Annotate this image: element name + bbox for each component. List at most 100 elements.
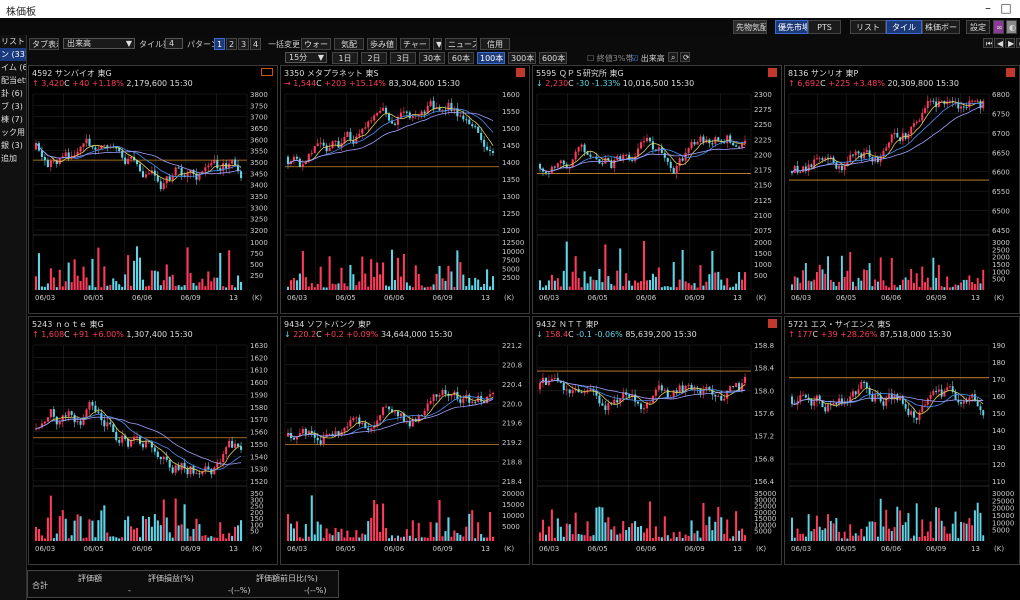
pattern-button-4[interactable]: 4: [250, 38, 261, 50]
sidebar-item[interactable]: 追加: [0, 152, 26, 165]
stock-tile[interactable]: 5243 ｎｏｔｅ 東G ↑ 1,608C +91 +6.00% 1,307,40…: [28, 316, 278, 565]
refresh-icon[interactable]: ⟳: [680, 52, 690, 62]
range-button[interactable]: 30本: [419, 52, 445, 64]
sidebar-item[interactable]: 棟 (7): [0, 113, 26, 126]
range-button[interactable]: 1日: [332, 52, 358, 64]
priority-market-button[interactable]: 優先市場: [775, 20, 808, 34]
sidebar-item[interactable]: 卦 (6): [0, 87, 26, 100]
range-button[interactable]: 600本: [539, 52, 567, 64]
sidebar-item[interactable]: ック用 (: [0, 126, 26, 139]
volume-bar: [637, 282, 640, 290]
interval-select[interactable]: 15分 ▼: [285, 52, 327, 63]
list-view-button[interactable]: リスト: [850, 20, 886, 34]
next-page-icon[interactable]: ▶: [1005, 38, 1015, 48]
batch-button[interactable]: 気配: [334, 38, 364, 50]
pts-button[interactable]: PTS: [808, 20, 841, 34]
candlestick-chart[interactable]: 2300 2275 2250 2225 2200 2175 2150 2125 2100 2075…: [533, 90, 781, 313]
alert-icon[interactable]: [768, 68, 777, 77]
pattern-button-3[interactable]: 3: [238, 38, 249, 50]
first-page-icon[interactable]: ⏮: [983, 38, 993, 48]
candlestick-chart[interactable]: 1630 1620 1610 1600 1590 1580 1570 1560 1550 1540…: [29, 341, 277, 564]
volume-bar: [595, 280, 598, 290]
stock-tile[interactable]: 9434 ソフトバンク 東P ↓ 220.2C +0.2 +0.09% 34,64…: [280, 316, 530, 565]
sidebar-item[interactable]: ブ (3): [0, 100, 26, 113]
candlestick-chart[interactable]: 6800675067006650660065506500645030002500…: [785, 90, 1019, 313]
futures-quote-button[interactable]: 先物気配: [733, 20, 767, 34]
price-arrow: ↓: [284, 330, 291, 339]
prev-page-icon[interactable]: ◀: [994, 38, 1004, 48]
zoom-icon[interactable]: ⌕: [668, 52, 678, 62]
maximize-icon[interactable]: □: [998, 1, 1014, 15]
alert-icon[interactable]: [261, 68, 273, 76]
batch-button[interactable]: ニュース: [445, 38, 477, 50]
candlestick-chart[interactable]: 3800 3750 3700 3650 3600 3550 3500 3450 3400 3350…: [29, 90, 277, 313]
last-page-icon[interactable]: ⏭: [1016, 38, 1020, 48]
volume-tick-label: 10000: [502, 248, 524, 256]
range-button[interactable]: 300本: [508, 52, 536, 64]
sidebar-item[interactable]: ン (33): [0, 48, 26, 61]
candle-body: [46, 160, 49, 168]
volume-tick-label: 15000: [502, 501, 524, 509]
sidebar-item[interactable]: イム (6): [0, 61, 26, 74]
candle-body: [82, 143, 85, 147]
settings-button[interactable]: 設定: [966, 20, 990, 34]
stock-tile[interactable]: 8136 サンリオ 東P ↑ 6,692C +225 +3.48% 20,309,…: [784, 65, 1020, 314]
stock-tile[interactable]: 9432 ＮＴＴ 東P ↓ 158.4C -0.1 -0.06% 85,639,2…: [532, 316, 782, 565]
sidebar-item[interactable]: リスト: [0, 35, 26, 48]
candle-body: [818, 158, 821, 160]
volume: 1,307,400: [126, 330, 168, 339]
volume-option[interactable]: ☑ 出来高: [631, 53, 665, 64]
volume-bar: [559, 286, 562, 290]
volume-bar: [610, 529, 613, 541]
pattern-button-2[interactable]: 2: [226, 38, 237, 50]
volume-bar: [678, 279, 681, 290]
candlestick-chart[interactable]: 221.2 220.8 220.4 220.0 219.6 219.2 218.8 218.4…: [281, 341, 529, 564]
stock-tile[interactable]: 5595 ＱＰＳ研究所 東G ↓ 2,230C -30 -1.33% 10,016…: [532, 65, 782, 314]
tab-display-button[interactable]: タブ表示: [29, 38, 59, 50]
candle-body: [346, 426, 349, 428]
batch-button[interactable]: 歩み値: [367, 38, 397, 50]
batch-button[interactable]: 信用: [480, 38, 510, 50]
sort-select-value: 出来高: [67, 39, 91, 48]
stock-tile[interactable]: 5721 エス・サイエンス 東S ↑ 177C +39 +28.26% 87,51…: [784, 316, 1020, 565]
sidebar-item[interactable]: 配当etf: [0, 74, 26, 87]
sort-select[interactable]: 出来高 ▼: [63, 38, 135, 49]
candle-body: [171, 467, 174, 473]
y-tick-label: 157.2: [754, 433, 774, 441]
volume-bar: [402, 253, 405, 290]
volume-bar: [857, 535, 860, 541]
alert-icon[interactable]: [516, 68, 525, 77]
stock-tile[interactable]: 3350 メタプラネット 東S → 1,544C +203 +15.14% 83,…: [280, 65, 530, 314]
range-button[interactable]: 3日: [390, 52, 416, 64]
batch-button[interactable]: チャート: [400, 38, 430, 50]
chevron-down-icon: ▼: [125, 39, 132, 48]
candle-body: [960, 402, 963, 404]
sidebar-item[interactable]: 銀 (3): [0, 139, 26, 152]
batch-button[interactable]: ▼: [433, 38, 442, 50]
volume-bar: [150, 526, 153, 541]
candlestick-chart[interactable]: 1600 1550 1500 1450 1400 1350 1300 1250 1200 1250…: [281, 90, 529, 313]
close-3pct-option[interactable]: ☐ 終値3%帯: [587, 53, 633, 64]
range-button[interactable]: 100本: [477, 52, 505, 64]
range-button[interactable]: 2日: [361, 52, 387, 64]
minimize-icon[interactable]: –: [980, 1, 996, 15]
unit-label: (K): [252, 294, 262, 302]
candlestick-chart[interactable]: 1901801701601501401301201103000025000200…: [785, 341, 1019, 564]
pattern-button-1[interactable]: 1: [214, 38, 225, 50]
stock-tile[interactable]: 4592 サンバイオ 東G ↑ 3,420C +40 +1.18% 2,179,6…: [28, 65, 278, 314]
alert-icon[interactable]: [768, 319, 777, 328]
candle-body: [97, 411, 100, 413]
candlestick-chart[interactable]: 158.8158.4158.0157.6157.2156.8156.435000…: [533, 341, 781, 564]
range-button[interactable]: 60本: [448, 52, 474, 64]
summary-col-pnl: 評価損益(%): [148, 574, 194, 583]
batch-button[interactable]: ウォート: [301, 38, 331, 50]
link-icon[interactable]: ∞: [993, 20, 1004, 34]
stock-board-button[interactable]: 株価ボード: [922, 20, 960, 34]
palette-icon[interactable]: ◐: [1006, 20, 1017, 34]
tile-count-spinner[interactable]: 4: [165, 38, 183, 49]
stock-market: 東G: [89, 320, 104, 329]
tile-view-button[interactable]: タイル: [886, 20, 922, 34]
alert-icon[interactable]: [1006, 68, 1015, 77]
candle-body: [115, 432, 118, 441]
candle-body: [159, 181, 162, 190]
